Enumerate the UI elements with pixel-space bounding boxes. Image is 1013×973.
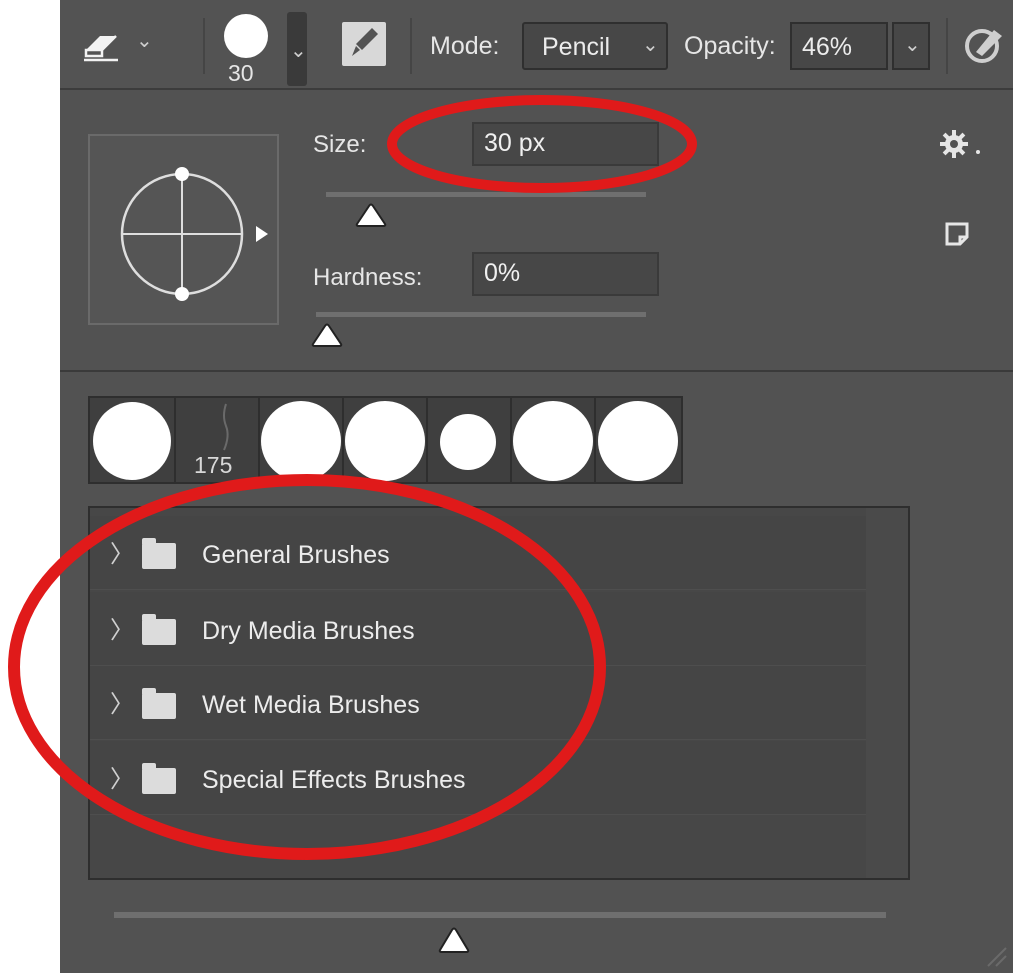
- size-slider-thumb[interactable]: [354, 202, 388, 228]
- gear-icon[interactable]: [938, 128, 988, 162]
- brush-group-label: General Brushes: [202, 541, 390, 569]
- toolbar-divider: [410, 18, 412, 74]
- preset-brush-tip: [598, 401, 678, 481]
- mode-label: Mode:: [430, 32, 500, 60]
- preset-brush-tip: [223, 403, 229, 451]
- chevron-down-icon: ⌄: [290, 40, 307, 62]
- opacity-value: 46%: [802, 33, 853, 61]
- folder-icon: [142, 693, 176, 719]
- brush-settings-icon: [344, 24, 384, 64]
- preset-cell[interactable]: [596, 398, 681, 482]
- hardness-slider[interactable]: [311, 312, 646, 352]
- airbrush-icon[interactable]: [958, 20, 1008, 70]
- chevron-down-icon: ⌄: [642, 34, 659, 56]
- preset-cell[interactable]: [428, 398, 512, 482]
- hardness-label: Hardness:: [313, 264, 423, 291]
- preset-cell[interactable]: 175: [176, 398, 260, 482]
- list-scrollbar-track[interactable]: [866, 508, 908, 878]
- hardness-slider-track: [316, 312, 646, 317]
- size-slider-track: [326, 192, 646, 197]
- brush-group-row[interactable]: 〉 Dry Media Brushes: [90, 592, 866, 666]
- preview-size-slider-thumb[interactable]: [437, 926, 471, 954]
- toolbar-divider: [946, 18, 948, 74]
- brush-angle-roundness-control[interactable]: [88, 134, 279, 325]
- chevron-down-icon: ⌄: [136, 30, 153, 52]
- chevron-right-icon[interactable]: 〉: [110, 684, 134, 719]
- preset-brush-tip: [513, 401, 593, 481]
- folder-icon: [142, 768, 176, 794]
- size-label: Size:: [313, 131, 367, 158]
- recent-brushes-strip: 175: [88, 396, 683, 484]
- folder-icon: [142, 543, 176, 569]
- brush-group-label: Wet Media Brushes: [202, 691, 420, 719]
- opacity-field[interactable]: 46%: [790, 22, 888, 70]
- new-preset-icon[interactable]: [944, 221, 970, 247]
- chevron-right-icon[interactable]: 〉: [110, 610, 134, 645]
- brush-group-row[interactable]: 〉 Wet Media Brushes: [90, 666, 866, 740]
- section-divider: [60, 370, 1013, 372]
- brush-picker-dropdown[interactable]: ⌄: [287, 12, 307, 86]
- brush-group-label: Dry Media Brushes: [202, 617, 415, 645]
- brush-tip-preview: [224, 14, 268, 58]
- chevron-right-icon[interactable]: 〉: [110, 534, 134, 569]
- toolbar-divider: [203, 18, 205, 74]
- preset-brush-tip: [261, 401, 341, 481]
- preset-brush-tip: [440, 414, 496, 470]
- preset-cell[interactable]: [344, 398, 428, 482]
- brush-group-row[interactable]: 〉 General Brushes: [90, 516, 866, 590]
- preview-size-slider[interactable]: [114, 912, 886, 956]
- preset-size-label: 175: [194, 452, 233, 478]
- preset-brush-tip: [93, 402, 171, 480]
- chevron-right-icon[interactable]: 〉: [110, 759, 134, 794]
- opacity-label: Opacity:: [684, 32, 776, 60]
- brush-preset-picker[interactable]: 30: [218, 8, 280, 90]
- brush-tip-shape-preview: [120, 167, 268, 301]
- opacity-dropdown[interactable]: ⌄: [892, 22, 930, 70]
- brush-folder-list: 〉 General Brushes 〉 Dry Media Brushes 〉 …: [88, 506, 910, 880]
- hardness-input[interactable]: 0%: [472, 252, 659, 296]
- size-slider[interactable]: [326, 192, 646, 232]
- resize-grip-icon[interactable]: [984, 944, 1008, 968]
- preset-cell[interactable]: [512, 398, 596, 482]
- brush-group-label: Special Effects Brushes: [202, 766, 466, 794]
- preset-cell[interactable]: [260, 398, 344, 482]
- eraser-icon: [84, 35, 118, 62]
- preset-cell[interactable]: [90, 398, 176, 482]
- eraser-tool-button[interactable]: ⌄: [78, 24, 158, 68]
- mode-value: Pencil: [542, 33, 611, 61]
- brush-settings-toggle[interactable]: [342, 22, 386, 66]
- preview-size-slider-track: [114, 912, 886, 918]
- folder-icon: [142, 619, 176, 645]
- hardness-slider-thumb[interactable]: [310, 322, 344, 348]
- brush-size-label: 30: [228, 60, 254, 86]
- size-input[interactable]: 30 px: [472, 122, 659, 166]
- mode-dropdown[interactable]: Pencil ⌄: [522, 22, 668, 70]
- preset-brush-tip: [345, 401, 425, 481]
- chevron-down-icon: ⌄: [904, 34, 921, 56]
- brush-group-row[interactable]: 〉 Special Effects Brushes: [90, 741, 866, 815]
